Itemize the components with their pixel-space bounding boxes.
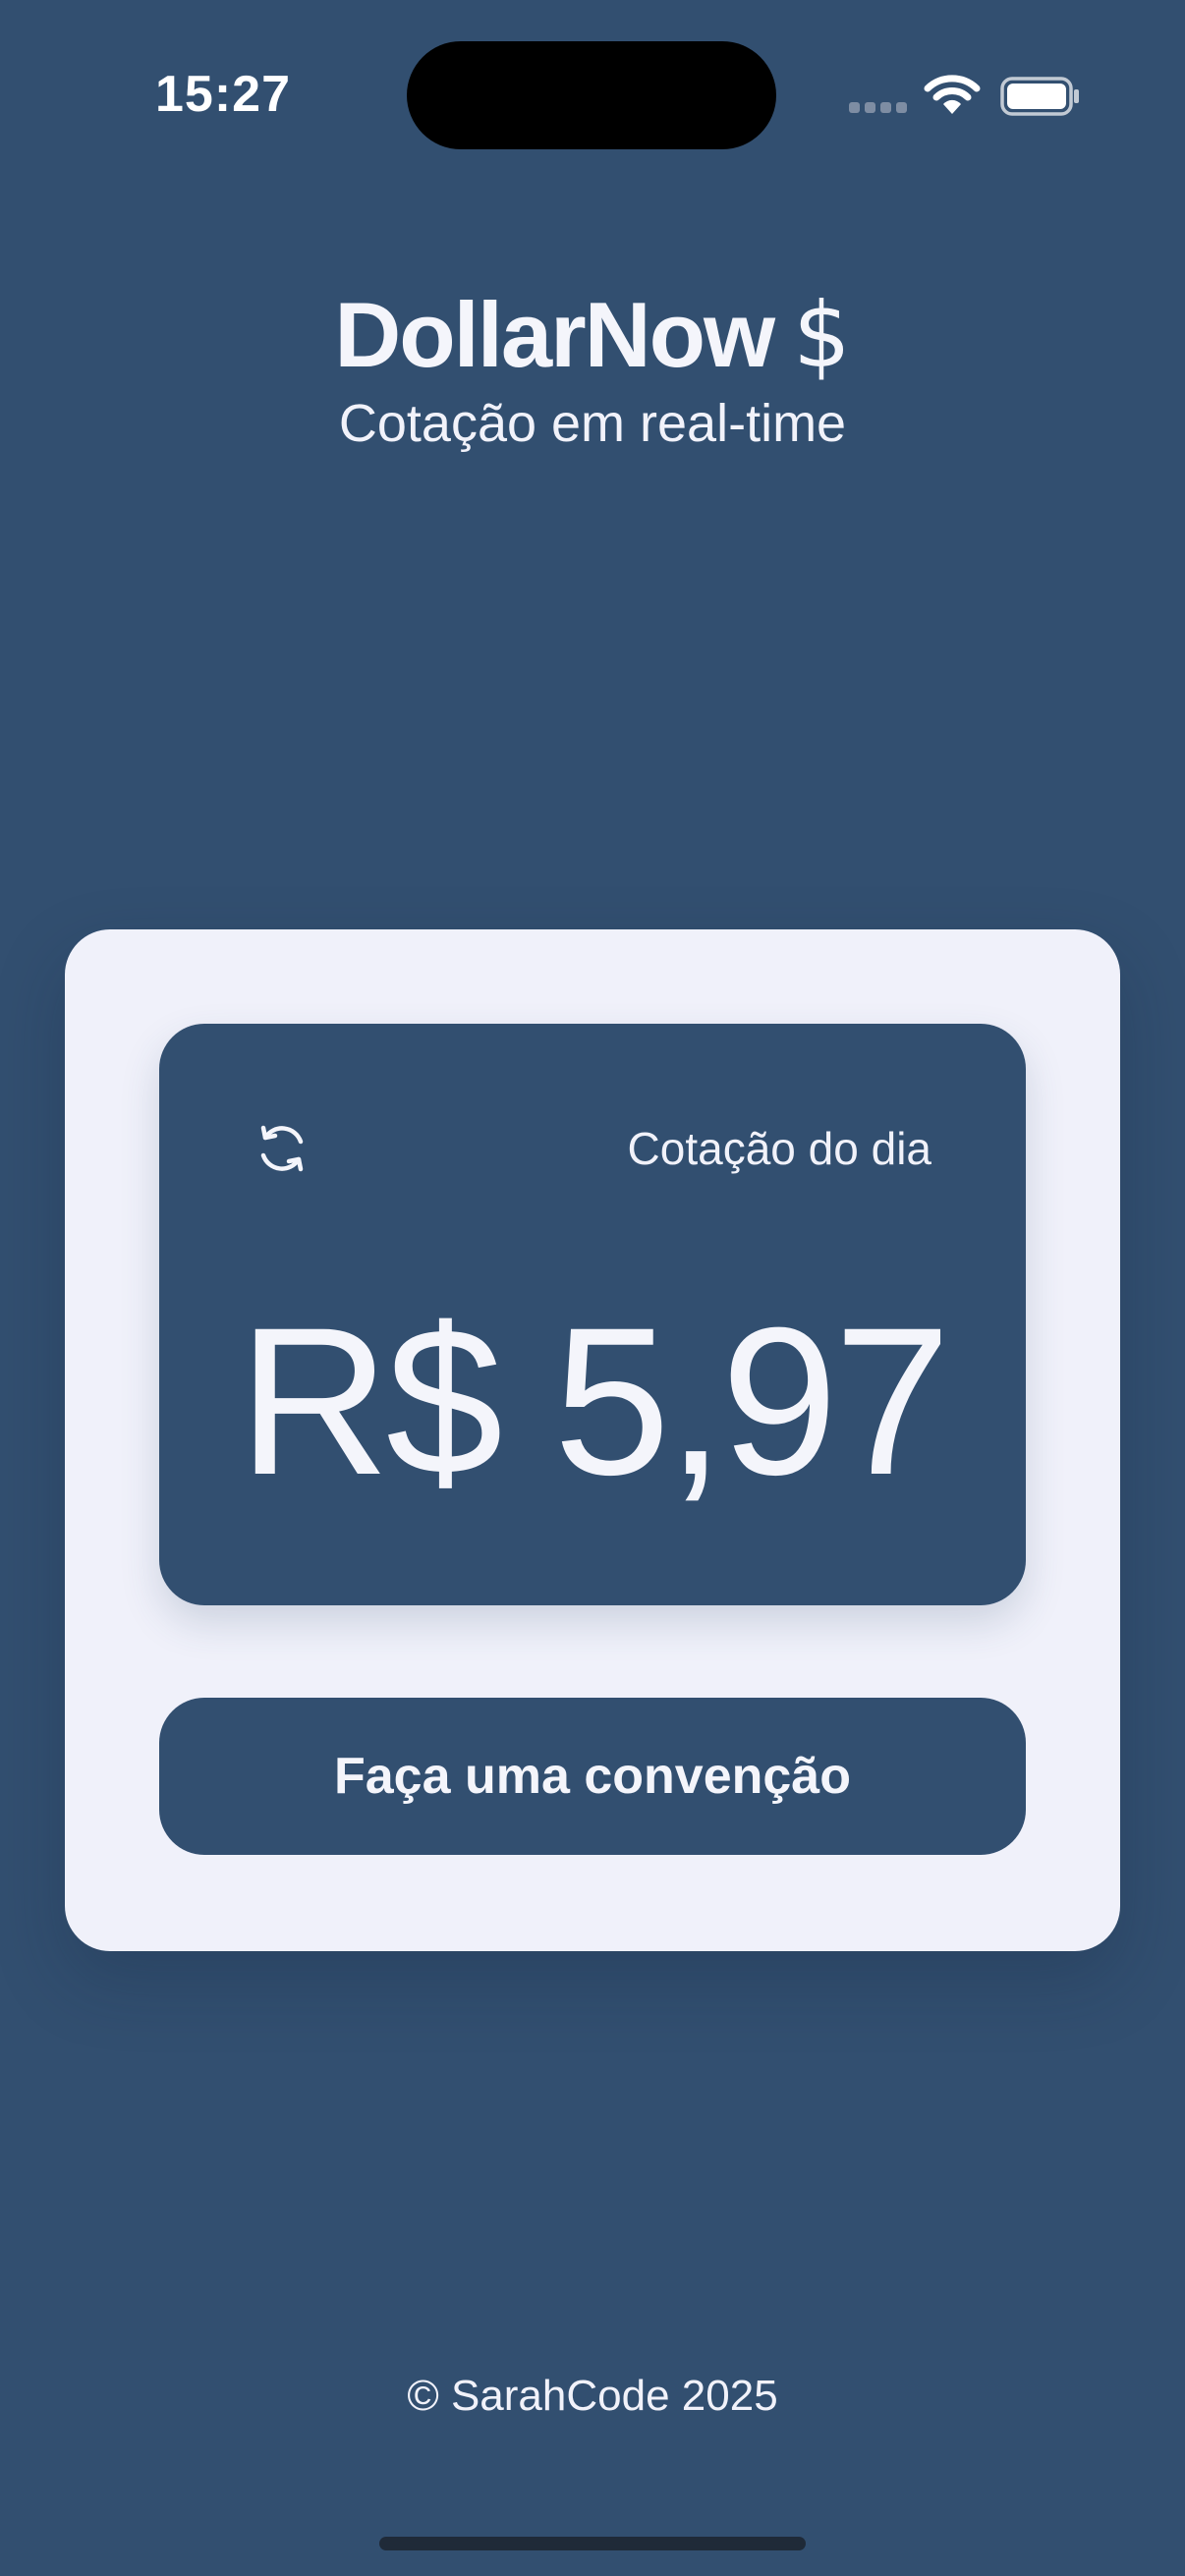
rate-card: Cotação do dia R$ 5,97 (159, 1024, 1026, 1605)
battery-icon (1000, 77, 1081, 116)
dynamic-island (407, 41, 776, 149)
app-subtitle: Cotação em real-time (338, 394, 847, 453)
app-title: DollarNow (334, 283, 775, 386)
footer-copyright: © SarahCode 2025 (407, 2372, 778, 2420)
cellular-signal-icon (849, 102, 908, 116)
app-title-row: DollarNow $ (0, 281, 1185, 389)
dollar-sign-icon: $ (793, 282, 851, 388)
convert-button[interactable]: Faça uma convenção (159, 1698, 1026, 1855)
rate-value: R$ 5,97 (238, 1284, 951, 1519)
app-header: DollarNow $ Cotação em real-time (0, 281, 1185, 454)
refresh-icon (260, 1125, 304, 1172)
refresh-button[interactable] (248, 1114, 316, 1183)
status-bar: 15:27 (0, 0, 1185, 196)
main-card: Cotação do dia R$ 5,97 Faça uma convençã… (65, 929, 1120, 1951)
status-time: 15:27 (155, 66, 291, 123)
home-indicator[interactable] (379, 2537, 806, 2550)
rate-label: Cotação do dia (627, 1123, 931, 1174)
wifi-icon (924, 73, 981, 116)
